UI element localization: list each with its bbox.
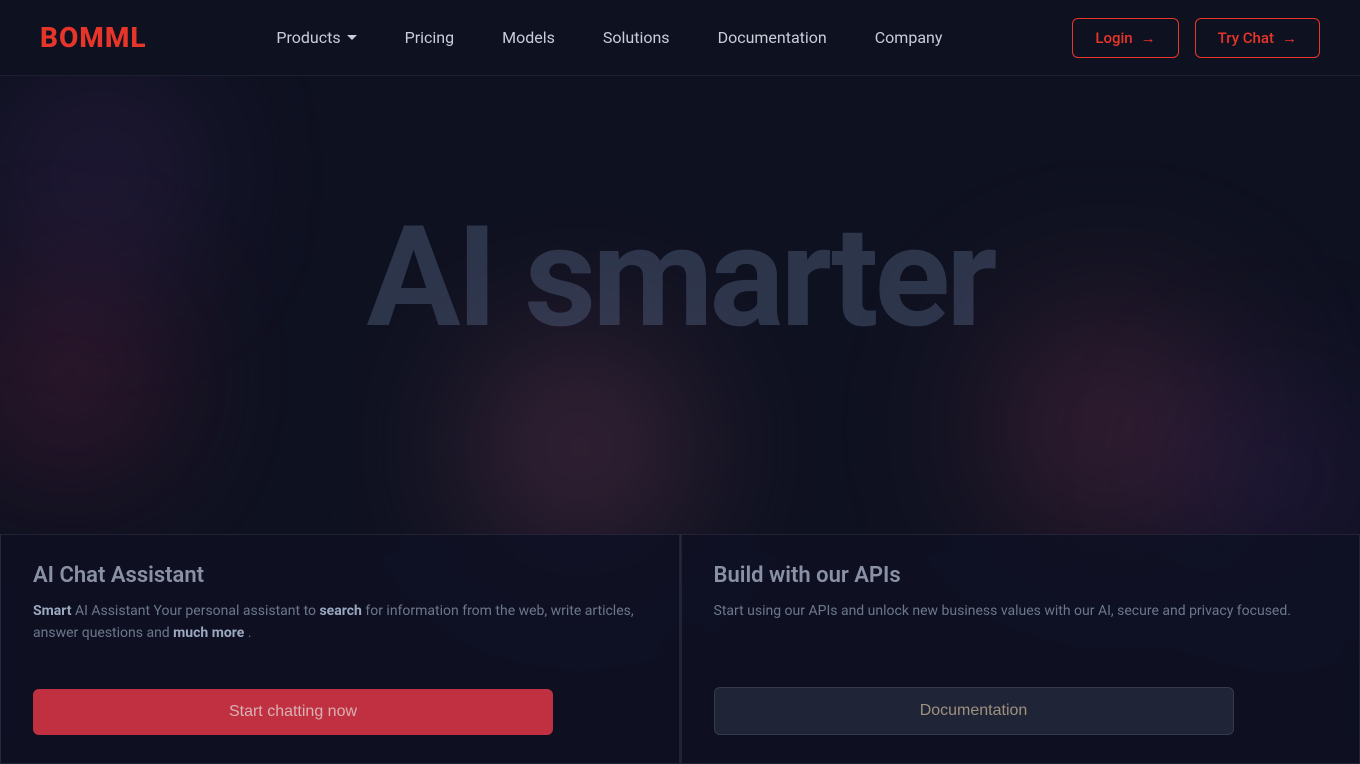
- build-apis-card: Build with our APIs Start using our APIs…: [681, 534, 1360, 764]
- cards-container: AI Chat Assistant Smart AI Assistant You…: [0, 534, 1360, 764]
- nav-item-models[interactable]: Models: [502, 28, 555, 47]
- login-button[interactable]: Login →: [1072, 18, 1178, 58]
- bg-blob-purple-topleft: [0, 76, 200, 276]
- desc-smart-highlight: Smart: [33, 603, 71, 619]
- ai-chat-assistant-card: AI Chat Assistant Smart AI Assistant You…: [0, 534, 680, 764]
- nav-item-products[interactable]: Products: [276, 28, 356, 47]
- build-apis-title: Build with our APIs: [714, 563, 1328, 588]
- ai-chat-assistant-description: Smart AI Assistant Your personal assista…: [33, 600, 647, 677]
- brand-logo[interactable]: BOMML: [40, 21, 147, 54]
- bg-blob-red-left: [0, 276, 160, 476]
- desc-text-1: AI Assistant Your personal assistant to: [75, 603, 320, 619]
- arrow-right-icon: →: [1141, 29, 1156, 47]
- nav-item-pricing[interactable]: Pricing: [405, 28, 455, 47]
- login-label: Login: [1095, 29, 1132, 47]
- ai-chat-assistant-title: AI Chat Assistant: [33, 563, 647, 588]
- nav-pricing-label: Pricing: [405, 28, 455, 47]
- arrow-right-icon: →: [1282, 29, 1297, 47]
- try-chat-label: Try Chat: [1218, 29, 1274, 47]
- bg-blob-pink-right: [960, 276, 1260, 576]
- start-chatting-button[interactable]: Start chatting now: [33, 689, 553, 735]
- nav-documentation-label: Documentation: [718, 28, 827, 47]
- hero-title: AI smarter: [367, 196, 994, 360]
- try-chat-button[interactable]: Try Chat →: [1195, 18, 1320, 58]
- build-apis-description: Start using our APIs and unlock new busi…: [714, 600, 1328, 675]
- chevron-down-icon: [347, 35, 357, 40]
- documentation-button[interactable]: Documentation: [714, 687, 1234, 735]
- nav-solutions-label: Solutions: [603, 28, 670, 47]
- desc-text-3: .: [248, 625, 252, 641]
- desc-more-highlight: much more: [173, 625, 244, 641]
- nav-models-label: Models: [502, 28, 555, 47]
- nav-item-company[interactable]: Company: [875, 28, 943, 47]
- hero-section: AI smarter AI Chat Assistant Smart AI As…: [0, 76, 1360, 764]
- nav-item-solutions[interactable]: Solutions: [603, 28, 670, 47]
- nav-item-documentation[interactable]: Documentation: [718, 28, 827, 47]
- nav-company-label: Company: [875, 28, 943, 47]
- navbar: BOMML Products Pricing Models Solutions: [0, 0, 1360, 76]
- nav-products-label: Products: [276, 28, 340, 47]
- desc-search-highlight: search: [319, 603, 361, 619]
- nav-actions: Login → Try Chat →: [1072, 18, 1320, 58]
- nav-links: Products Pricing Models Solutions Docume…: [276, 28, 942, 47]
